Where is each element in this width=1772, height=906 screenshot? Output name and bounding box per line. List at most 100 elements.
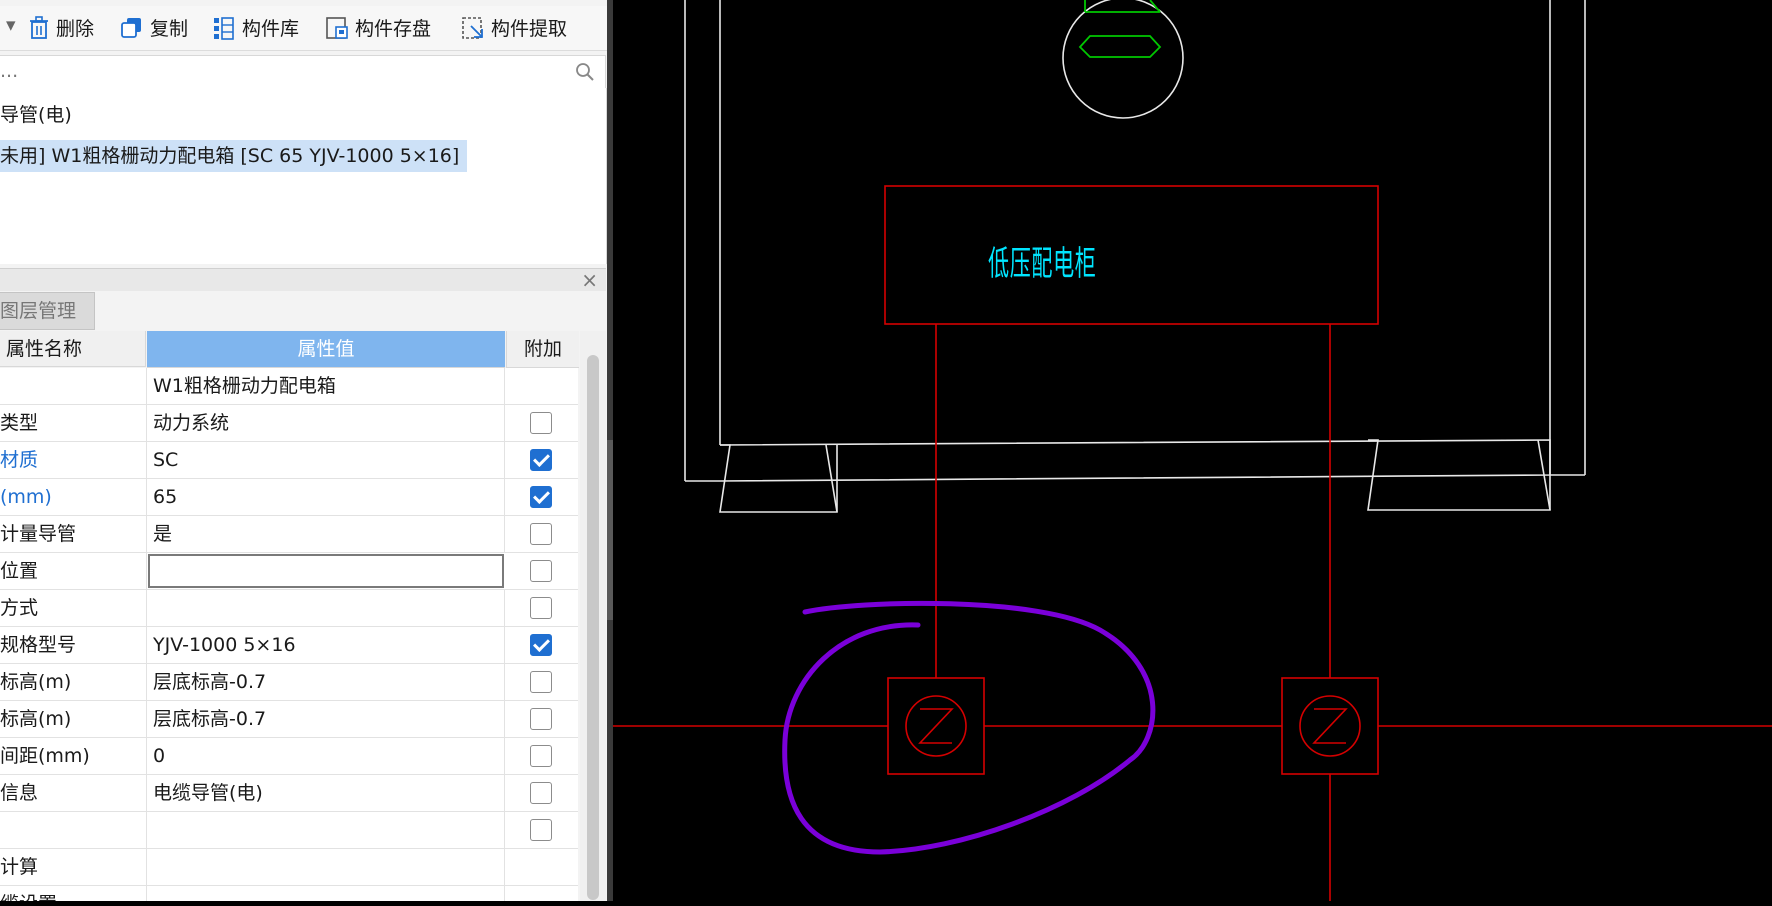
search-placeholder: ... <box>0 60 19 82</box>
property-extra-cell <box>506 442 578 478</box>
property-value[interactable]: 0 <box>147 738 505 774</box>
support-left <box>719 444 838 513</box>
property-extra-cell <box>506 738 578 774</box>
copy-button[interactable]: 复制 <box>120 14 188 41</box>
search-input[interactable]: ... <box>0 55 606 89</box>
extra-checkbox[interactable] <box>530 412 552 434</box>
delete-button[interactable]: 删除 <box>28 14 94 41</box>
scrollbar-thumb[interactable] <box>587 355 599 900</box>
property-extra-cell <box>506 701 578 737</box>
property-name: 计量导管 <box>0 516 147 552</box>
property-table-header: 属性名称 属性值 附加 <box>0 331 579 368</box>
extra-checkbox[interactable] <box>530 560 552 582</box>
tab-layer-management[interactable]: 图层管理 <box>0 292 95 330</box>
property-extra-cell <box>506 775 578 811</box>
property-value[interactable]: 动力系统 <box>147 405 505 441</box>
property-scrollbar[interactable] <box>580 331 606 901</box>
property-value[interactable]: W1粗格栅动力配电箱 <box>147 368 505 404</box>
property-row[interactable]: 规格型号 YJV-1000 5×16 <box>0 627 578 664</box>
copy-icon <box>121 17 141 38</box>
property-name: 位置 <box>0 553 147 589</box>
property-value[interactable]: 电缆导管(电) <box>147 775 505 811</box>
property-value[interactable]: YJV-1000 5×16 <box>147 627 505 663</box>
annotation-circle <box>782 600 1156 855</box>
search-icon[interactable] <box>575 62 595 82</box>
extra-checkbox[interactable] <box>530 745 552 767</box>
extra-checkbox[interactable] <box>530 819 552 841</box>
library-icon <box>214 16 234 40</box>
property-row[interactable]: 标高(m) 层底标高-0.7 <box>0 701 578 738</box>
property-value[interactable] <box>147 812 505 848</box>
property-name: 材质 <box>0 442 147 478</box>
property-extra-cell <box>506 886 578 901</box>
property-row[interactable]: 信息 电缆导管(电) <box>0 775 578 812</box>
property-extra-cell <box>506 627 578 663</box>
green-valve <box>1078 0 1162 58</box>
extra-checkbox[interactable] <box>530 523 552 545</box>
header-property-value: 属性值 <box>147 331 505 368</box>
save-label: 构件存盘 <box>355 18 432 40</box>
extra-checkbox-checked[interactable] <box>530 634 552 656</box>
extra-checkbox[interactable] <box>530 671 552 693</box>
property-row[interactable]: 位置 <box>0 553 578 590</box>
tree-item-conduit-group[interactable]: 导管(电) <box>0 99 80 131</box>
property-extra-cell <box>506 516 578 552</box>
extra-checkbox[interactable] <box>530 597 552 619</box>
extra-checkbox[interactable] <box>530 708 552 730</box>
property-extra-cell <box>506 664 578 700</box>
property-value[interactable]: 是 <box>147 516 505 552</box>
component-panel: ▾ 删除 复制 构件库 构件存盘 构件提取 ... 导管(电) 未用] W1粗格… <box>0 0 607 901</box>
component-library-button[interactable]: 构件库 <box>212 14 299 41</box>
property-value[interactable] <box>147 590 505 626</box>
extra-checkbox-checked[interactable] <box>530 449 552 471</box>
property-extra-cell <box>506 590 578 626</box>
property-value[interactable]: SC <box>147 442 505 478</box>
property-row[interactable]: 标高(m) 层底标高-0.7 <box>0 664 578 701</box>
trash-icon <box>30 15 48 39</box>
save-disk-icon <box>326 16 348 39</box>
toolbar: ▾ 删除 复制 构件库 构件存盘 构件提取 <box>0 6 607 51</box>
property-value[interactable]: 层底标高-0.7 <box>147 701 505 737</box>
extra-checkbox[interactable] <box>530 782 552 804</box>
property-value[interactable]: 层底标高-0.7 <box>147 664 505 700</box>
property-row[interactable]: 材质 SC <box>0 442 578 479</box>
dropdown-arrow[interactable]: ▾ <box>6 14 16 36</box>
property-row[interactable]: 间距(mm) 0 <box>0 738 578 775</box>
property-extra-cell <box>506 812 578 848</box>
property-name <box>0 368 147 404</box>
property-row[interactable]: 计算 <box>0 849 578 886</box>
property-value[interactable] <box>147 886 505 901</box>
cad-drawing-canvas[interactable]: 低压配电柜 <box>613 0 1772 901</box>
property-row[interactable]: 方式 <box>0 590 578 627</box>
close-icon[interactable]: × <box>581 268 598 292</box>
tree-item-selected-component[interactable]: 未用] W1粗格栅动力配电箱 [SC 65 YJV-1000 5×16] <box>0 140 468 172</box>
property-row[interactable]: 计量导管是 <box>0 516 578 553</box>
property-name: (mm) <box>0 479 147 515</box>
property-value[interactable] <box>147 849 505 885</box>
copy-label: 复制 <box>150 18 189 40</box>
property-row[interactable]: (mm) 65 <box>0 479 578 516</box>
component-tree: 导管(电) 未用] W1粗格栅动力配电箱 [SC 65 YJV-1000 5×1… <box>0 88 607 264</box>
property-value-input[interactable] <box>148 554 504 588</box>
component-extract-button[interactable]: 构件提取 <box>461 14 567 41</box>
property-row[interactable]: 类型 动力系统 <box>0 405 578 442</box>
property-name <box>0 812 147 848</box>
property-row[interactable]: 缆设置 <box>0 886 578 901</box>
property-value[interactable]: 65 <box>147 479 505 515</box>
motor-symbol-left <box>918 708 954 744</box>
property-name: 缆设置 <box>0 886 147 901</box>
cabinet-label: 低压配电柜 <box>988 244 1097 284</box>
bottom-slab <box>719 439 1551 482</box>
property-row[interactable] <box>0 812 578 849</box>
property-name: 标高(m) <box>0 701 147 737</box>
property-name: 方式 <box>0 590 147 626</box>
panel-splitter[interactable]: × <box>0 268 606 292</box>
property-name: 规格型号 <box>0 627 147 663</box>
property-row[interactable]: W1粗格栅动力配电箱 <box>0 368 578 405</box>
extra-checkbox-checked[interactable] <box>530 486 552 508</box>
property-name: 标高(m) <box>0 664 147 700</box>
property-name: 信息 <box>0 775 147 811</box>
tank-structure <box>684 0 1586 513</box>
property-extra-cell <box>506 553 578 589</box>
component-save-button[interactable]: 构件存盘 <box>325 14 431 41</box>
